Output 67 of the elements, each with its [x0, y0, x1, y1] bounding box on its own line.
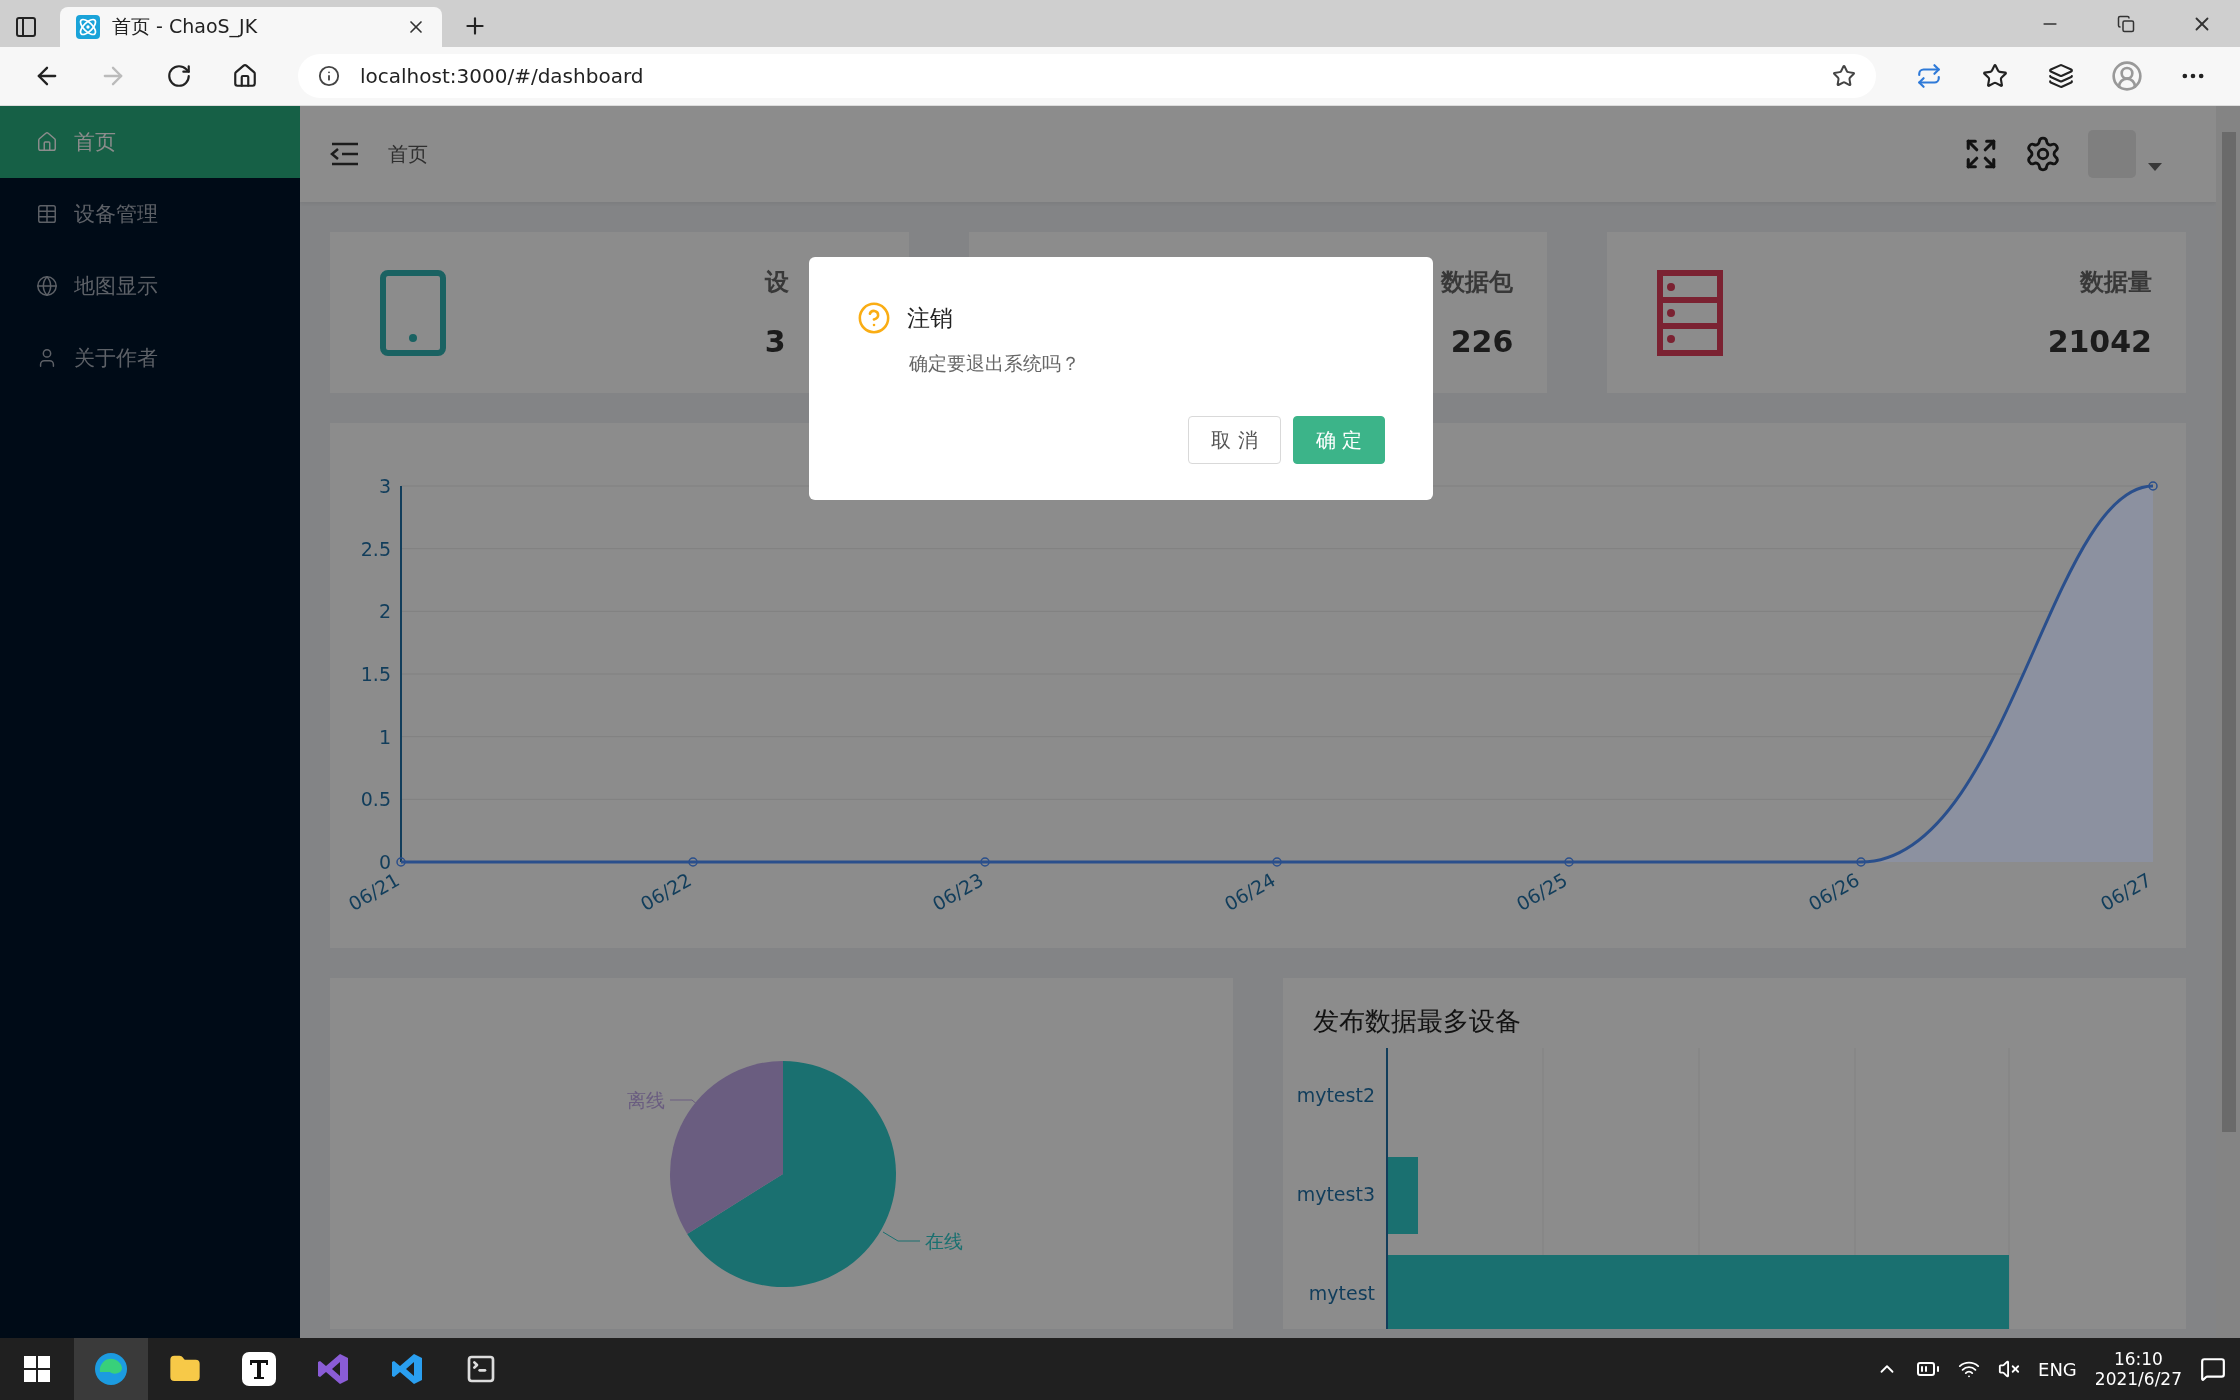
react-logo-icon	[76, 15, 100, 39]
dialog-title: 注销	[907, 303, 953, 333]
stat-value: 3	[764, 324, 786, 359]
sidebar-item[interactable]: 关于作者	[0, 322, 300, 394]
stat-title: 数据包	[1441, 267, 1514, 298]
sidebar-item[interactable]: 设备管理	[0, 178, 300, 250]
favorites-icon[interactable]	[1982, 63, 2008, 89]
browser-icon[interactable]	[94, 1352, 128, 1386]
data-point	[688, 857, 698, 867]
url-text: localhost:3000/#/dashboard	[360, 64, 645, 88]
data-point	[1564, 857, 1574, 867]
axis-tick-label: mytest	[1308, 1282, 1375, 1304]
restore-icon[interactable]	[2117, 14, 2135, 33]
speaker-muted-icon[interactable]	[1998, 1358, 2021, 1380]
fullscreen-icon[interactable]	[1964, 137, 1998, 171]
axis-tick-label: 1	[378, 725, 391, 748]
caret-icon[interactable]	[2148, 163, 2162, 173]
stat-value: 226	[1450, 324, 1514, 359]
windows-logo-icon	[24, 1356, 50, 1382]
address-bar[interactable]: localhost:3000/#/dashboard	[298, 54, 1876, 98]
pie-label: 在线	[925, 1230, 963, 1252]
axis-tick-label: 0.5	[360, 788, 391, 811]
notification-icon[interactable]	[2200, 1356, 2226, 1382]
leader-line	[882, 1231, 921, 1242]
settings-icon[interactable]	[2024, 135, 2062, 173]
data-point	[1856, 857, 1866, 867]
axis-tick-label: mytest2	[1296, 1084, 1375, 1106]
profile-icon[interactable]	[2111, 60, 2143, 92]
data-point	[1272, 857, 1282, 867]
data-point	[980, 857, 990, 867]
cancel-button[interactable]: 取 消	[1188, 416, 1281, 464]
tab-actions-icon[interactable]	[14, 15, 38, 39]
globe-icon	[36, 275, 58, 297]
code-editor-icon[interactable]	[390, 1352, 424, 1386]
terminal-icon[interactable]	[465, 1353, 497, 1385]
axis-tick-label: 2	[378, 600, 391, 623]
axis-tick-label: 2.5	[360, 537, 391, 560]
dialog-message: 确定要退出系统吗？	[909, 351, 1081, 376]
sidebar-item[interactable]: 地图显示	[0, 250, 300, 322]
breadcrumb[interactable]: 首页	[388, 140, 428, 168]
chart-title: 发布数据最多设备	[1313, 1005, 1521, 1038]
server-icon	[1657, 269, 1724, 356]
browser-tab[interactable]: 首页 - ChaoS_JK	[60, 7, 442, 47]
star-icon[interactable]	[1832, 64, 1856, 88]
refresh-icon[interactable]	[166, 63, 192, 89]
sidebar-item[interactable]: 首页	[0, 106, 300, 178]
tab-title: 首页 - ChaoS_JK	[112, 14, 259, 40]
table-icon	[36, 203, 58, 225]
menu-fold-icon[interactable]	[330, 141, 360, 167]
language-indicator[interactable]: ENG	[2038, 1358, 2077, 1380]
stat-title: 数据量	[2080, 267, 2152, 298]
home-icon	[36, 131, 58, 153]
axis-tick-label: 1.5	[360, 663, 391, 685]
axis-tick-label: 0	[378, 851, 391, 873]
stat-title: 设	[764, 267, 789, 298]
ok-button[interactable]: 确 定	[1292, 416, 1385, 464]
clock[interactable]: 16:10 2021/6/27	[2094, 1349, 2182, 1389]
axis-tick-label: mytest3	[1296, 1183, 1375, 1205]
question-icon	[857, 301, 891, 335]
tablet-icon	[380, 269, 446, 356]
axis-tick-label: 3	[378, 475, 391, 497]
home-icon[interactable]	[232, 63, 258, 89]
data-point	[2148, 481, 2158, 491]
text-editor-icon[interactable]	[242, 1352, 276, 1386]
stat-value: 21042	[2047, 324, 2152, 359]
info-icon[interactable]	[318, 65, 340, 87]
data-point	[396, 857, 406, 867]
